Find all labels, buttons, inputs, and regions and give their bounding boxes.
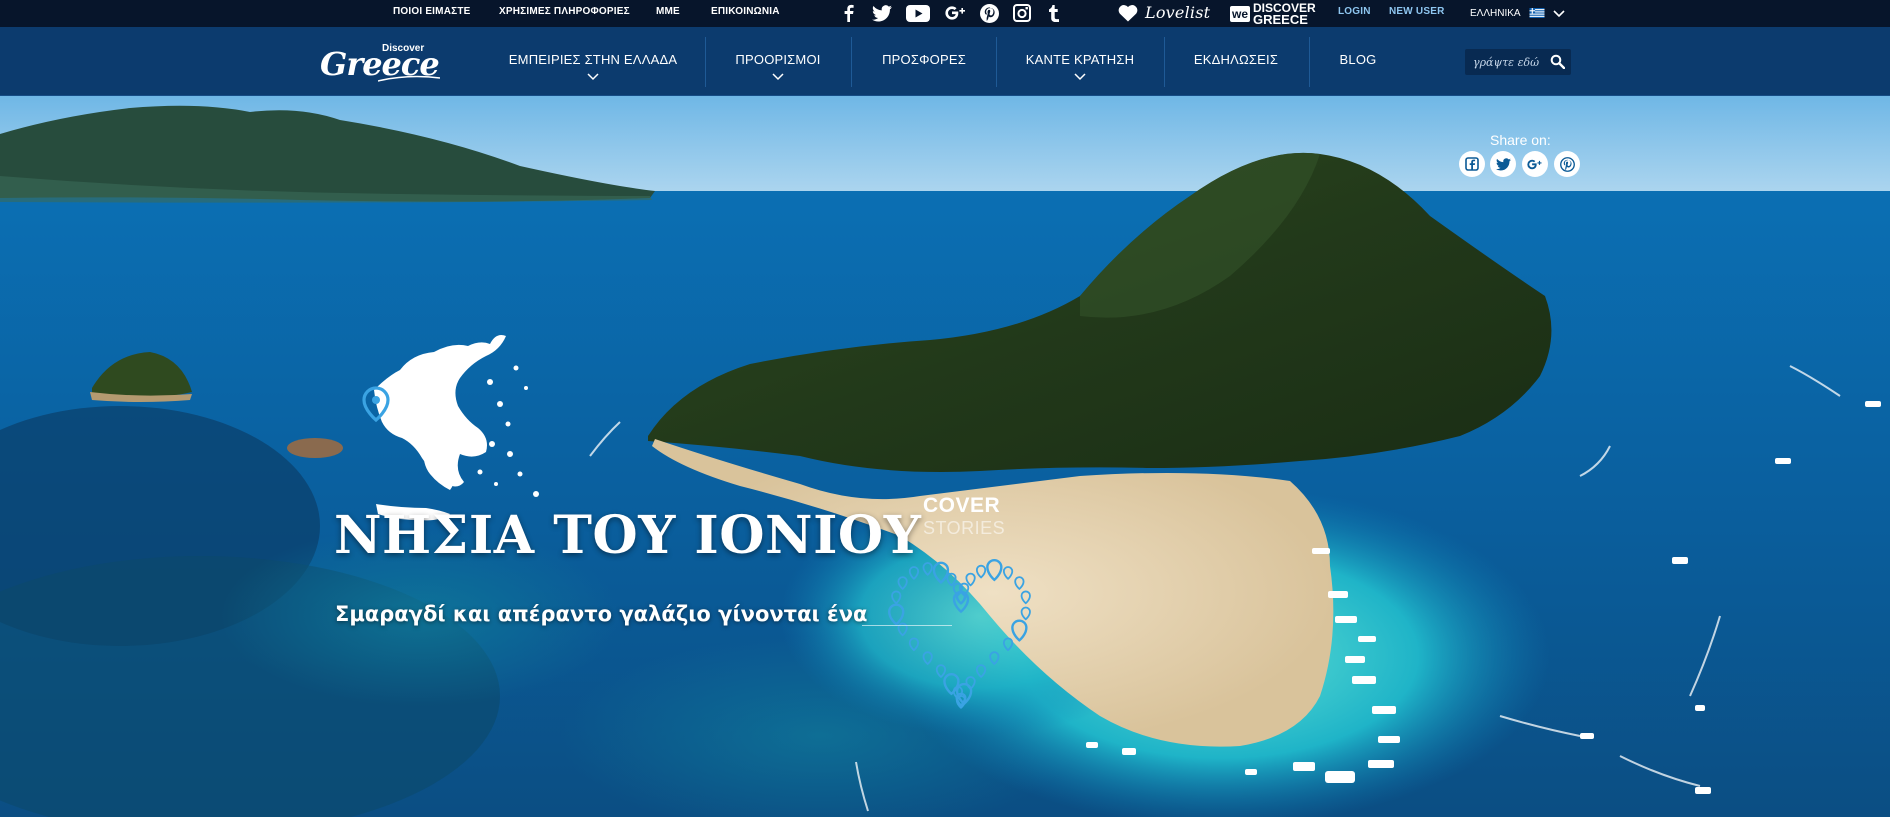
instagram-icon[interactable] (1013, 3, 1031, 23)
top-utility-bar: ΠΟΙΟΙ ΕΙΜΑΣΤΕ ΧΡΗΣΙΜΕΣ ΠΛΗΡΟΦΟΡΙΕΣ ΜΜΕ Ε… (0, 0, 1890, 27)
tumblr-icon[interactable] (1048, 3, 1060, 23)
nav-separator (1164, 37, 1165, 87)
map-pin-icon (986, 558, 1003, 582)
nav-item-experiences[interactable]: ΕΜΠΕΙΡΙΕΣ ΣΤΗΝ ΕΛΛΑΔΑ (508, 27, 678, 96)
chevron-down-icon (1074, 73, 1086, 81)
nav-separator (1309, 37, 1310, 87)
nav-item-label: ΕΚΔΗΛΩΣΕΙΣ (1193, 52, 1279, 67)
map-pin-icon (891, 590, 902, 605)
subtitle-divider (862, 625, 952, 626)
logo-swoosh (378, 75, 440, 82)
nav-item-events[interactable]: ΕΚΔΗΛΩΣΕΙΣ (1192, 27, 1280, 96)
topbar-link-info[interactable]: ΧΡΗΣΙΜΕΣ ΠΛΗΡΟΦΟΡΙΕΣ (499, 6, 630, 17)
lovelist-link[interactable]: Lovelist (1145, 3, 1210, 22)
share-pinterest-icon[interactable] (1554, 151, 1580, 177)
cover-stories-pins-icon (888, 558, 1031, 709)
map-pin-icon (1020, 590, 1031, 605)
discover-greece-logo[interactable]: Discover Greece (320, 39, 440, 85)
map-pin-icon (946, 572, 957, 587)
nav-item-blog[interactable]: BLOG (1334, 27, 1382, 96)
map-pin-icon (897, 576, 908, 591)
chevron-down-icon (1553, 5, 1565, 23)
search-icon[interactable] (1550, 54, 1566, 74)
map-pin-icon (922, 562, 933, 576)
we-logo-mark: we (1230, 5, 1251, 22)
language-selector[interactable]: ΕΛΛΗΝΙΚΑ (1470, 6, 1565, 21)
topbar-link-media[interactable]: ΜΜΕ (656, 6, 680, 17)
we-discover-greece-logo[interactable]: we DISCOVER GREECE (1230, 1, 1316, 26)
nav-item-label: ΕΜΠΕΙΡΙΕΣ ΣΤΗΝ ΕΛΛΑΔΑ (508, 52, 678, 67)
nav-item-offers[interactable]: ΠΡΟΣΦΟΡΕΣ (880, 27, 968, 96)
map-pin-icon (908, 566, 920, 580)
map-pin-icon (975, 664, 987, 679)
nav-item-label: BLOG (1339, 52, 1377, 67)
search-input[interactable] (1465, 50, 1545, 74)
map-pin-icon (935, 664, 947, 679)
map-pin-icon (1020, 606, 1031, 621)
nav-item-destinations[interactable]: ΠΡΟΟΡΙΣΜΟΙ (732, 27, 824, 96)
nav-item-label: ΠΡΟΣΦΟΡΕΣ (882, 52, 966, 67)
map-pin-icon (932, 561, 950, 585)
hero-banner (0, 96, 1890, 817)
twitter-icon[interactable] (872, 3, 892, 23)
map-pin-icon (1011, 619, 1028, 642)
nav-item-booking[interactable]: ΚΑΝΤΕ ΚΡΑΤΗΣΗ (1024, 27, 1136, 96)
map-pin-icon (1014, 576, 1025, 591)
pinterest-icon[interactable] (980, 3, 999, 23)
youtube-icon[interactable] (906, 3, 930, 23)
map-pin-icon (1002, 637, 1014, 652)
facebook-icon[interactable] (843, 3, 854, 23)
share-google-plus-icon[interactable] (1522, 151, 1548, 177)
google-plus-icon[interactable] (945, 3, 967, 23)
heart-icon[interactable] (1118, 3, 1138, 23)
map-pin-icon (888, 603, 905, 626)
nav-separator (851, 37, 852, 87)
language-label: ΕΛΛΗΝΙΚΑ (1470, 8, 1521, 19)
greek-flag-icon (1529, 5, 1545, 23)
map-pin-icon (989, 651, 1000, 666)
cover-stories-line2: STORIES (923, 518, 1006, 538)
chevron-down-icon (772, 73, 784, 81)
cover-stories-line1: COVER (923, 494, 1001, 517)
map-pin-icon (1002, 566, 1014, 580)
we-logo-text: DISCOVER GREECE (1253, 0, 1316, 27)
share-label: Share on: (1490, 132, 1551, 148)
main-navigation: Discover Greece ΕΜΠΕΙΡΙΕΣ ΣΤΗΝ ΕΛΛΑΔΑ ΠΡ… (0, 27, 1890, 96)
map-pin-icon (975, 564, 987, 579)
nav-item-label: ΠΡΟΟΡΙΣΜΟΙ (735, 52, 821, 67)
topbar-link-about[interactable]: ΠΟΙΟΙ ΕΙΜΑΣΤΕ (393, 6, 471, 17)
hero-title: ΝΗΣΙΑ ΤΟΥ ΙΟΝΙΟΥ (334, 505, 922, 566)
nav-separator (705, 37, 706, 87)
nav-item-label: ΚΑΝΤΕ ΚΡΑΤΗΣΗ (1025, 52, 1135, 67)
hero-subtitle: Σμαραγδί και απέραντο γαλάζιο γίνονται έ… (335, 602, 868, 626)
share-twitter-icon[interactable] (1490, 151, 1516, 177)
new-user-link[interactable]: NEW USER (1389, 6, 1445, 17)
share-facebook-icon[interactable] (1459, 151, 1485, 177)
map-pin-icon (965, 572, 976, 587)
topbar-link-contact[interactable]: ΕΠΙΚΟΙΝΩΝΙΑ (711, 6, 780, 17)
nav-separator (996, 37, 997, 87)
search-box (1465, 49, 1571, 75)
login-link[interactable]: LOGIN (1338, 6, 1371, 17)
chevron-down-icon (587, 73, 599, 81)
map-pin-icon (908, 637, 920, 652)
map-pin-icon (922, 651, 933, 666)
